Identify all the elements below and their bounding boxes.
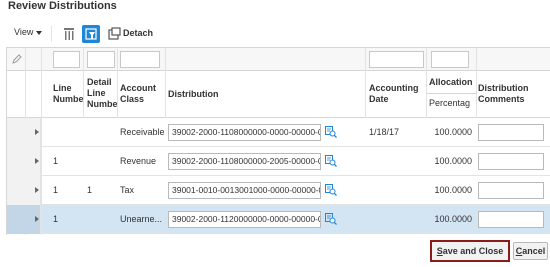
col-allocation-label: Allocation: [429, 77, 473, 87]
search-icon[interactable]: [325, 213, 337, 225]
col-detail-l2: Line: [87, 88, 106, 98]
percentage-cell: 100.0000: [434, 214, 472, 224]
toolbar-divider: [51, 26, 52, 42]
search-icon[interactable]: [325, 126, 337, 138]
pencil-icon: [12, 54, 22, 64]
col-comments-l1: Distribution: [478, 83, 529, 93]
distribution-input[interactable]: 39001-0010-0013001000-0000-00000-00: [168, 182, 321, 199]
chevron-down-icon: [36, 30, 43, 35]
dialog-title: Review Distributions: [8, 0, 117, 12]
detail-line-filter[interactable]: [87, 51, 115, 68]
allocation-divider: [426, 93, 476, 94]
distribution-input[interactable]: 39002-2000-1108000000-0000-00000-00: [168, 124, 321, 141]
expand-icon[interactable]: [35, 216, 39, 222]
col-line-number-l2: Numbe: [53, 94, 84, 104]
detail-line-cell: 1: [87, 185, 93, 195]
percentage-cell: 100.0000: [434, 156, 472, 166]
account-class-cell: Unearne...: [120, 214, 163, 224]
toolbar: View Detach: [0, 24, 550, 44]
col-comments-l2: Comments: [478, 94, 525, 104]
col-accounting-date[interactable]: Accounting Date: [369, 83, 425, 105]
expand-icon[interactable]: [35, 187, 39, 193]
col-detail-l3: Numbe: [87, 99, 118, 109]
cancel-label-rest: ancel: [522, 246, 546, 256]
line-number-cell: 1: [53, 214, 59, 224]
accounting-date-cell: 1/18/17: [369, 127, 400, 137]
save-label-rest: ave and Close: [442, 246, 504, 256]
account-class-cell: Tax: [120, 185, 135, 195]
column-divider: [117, 48, 118, 118]
filter-icon[interactable]: [82, 25, 100, 43]
line-number-cell: 1: [53, 185, 59, 195]
table-row[interactable]: 1 1 Tax 39001-0010-0013001000-0000-00000-00…: [7, 176, 550, 205]
view-menu[interactable]: View: [14, 27, 43, 37]
column-headers: Line Numbe Detail Line Numbe Account Cla…: [7, 71, 550, 118]
row-header[interactable]: [7, 118, 41, 147]
col-accounting-l1: Accounting: [369, 83, 419, 93]
expand-icon[interactable]: [35, 158, 39, 164]
distributions-table: Line Numbe Detail Line Numbe Account Cla…: [6, 47, 550, 235]
column-divider: [365, 48, 366, 118]
row-header[interactable]: [7, 205, 41, 234]
cancel-button[interactable]: Cancel: [513, 242, 548, 260]
account-class-cell: Revenue: [120, 156, 157, 166]
col-distribution-comments[interactable]: Distribution Comments: [478, 83, 548, 105]
col-distribution[interactable]: Distribution: [168, 89, 358, 100]
col-allocation[interactable]: Allocation: [429, 77, 477, 88]
detach-button[interactable]: Detach: [123, 28, 153, 38]
save-and-close-button[interactable]: Save and Close: [430, 240, 510, 262]
col-account-l2: Class: [120, 94, 145, 104]
col-distribution-label: Distribution: [168, 89, 219, 99]
detach-icon[interactable]: [108, 27, 121, 40]
column-divider: [165, 48, 166, 118]
column-divider: [476, 48, 477, 118]
col-detail-line-number[interactable]: Detail Line Numbe: [87, 77, 119, 110]
expand-icon[interactable]: [35, 129, 39, 135]
col-account-class[interactable]: Account Class: [120, 83, 165, 105]
table-row[interactable]: Receivable 39002-2000-1108000000-0000-000…: [7, 118, 550, 147]
search-icon[interactable]: [325, 184, 337, 196]
col-line-number[interactable]: Line Numbe: [53, 83, 86, 105]
percentage-cell: 100.0000: [434, 127, 472, 137]
col-line-number-l1: Line: [53, 83, 72, 93]
search-icon[interactable]: [325, 155, 337, 167]
allocation-filter[interactable]: [431, 51, 469, 68]
account-class-cell: Receivable: [120, 127, 165, 137]
distribution-comments-input[interactable]: [478, 153, 544, 170]
accounting-date-filter[interactable]: [369, 51, 424, 68]
col-accounting-l2: Date: [369, 94, 389, 104]
filter-row: [7, 48, 550, 71]
column-divider: [83, 48, 84, 118]
distribution-comments-input[interactable]: [478, 211, 544, 228]
account-class-filter[interactable]: [120, 51, 160, 68]
percentage-cell: 100.0000: [434, 185, 472, 195]
col-detail-l1: Detail: [87, 77, 112, 87]
view-menu-label: View: [14, 27, 34, 37]
column-divider: [426, 48, 427, 118]
col-account-l1: Account: [120, 83, 156, 93]
distribution-input[interactable]: 39002-2000-1108000000-2005-00000-00: [168, 153, 321, 170]
row-header[interactable]: [7, 147, 41, 176]
col-percentage[interactable]: Percentag: [429, 98, 476, 109]
distribution-comments-input[interactable]: [478, 124, 544, 141]
col-percentage-label: Percentag: [429, 98, 471, 108]
line-number-filter[interactable]: [53, 51, 80, 68]
freeze-icon[interactable]: [60, 25, 78, 43]
row-header[interactable]: [7, 176, 41, 205]
line-number-cell: 1: [53, 156, 59, 166]
table-row[interactable]: 1 Revenue 39002-2000-1108000000-2005-00000…: [7, 147, 550, 176]
distribution-comments-input[interactable]: [478, 182, 544, 199]
distribution-input[interactable]: 39002-2000-1120000000-0000-00000-00: [168, 211, 321, 228]
table-row[interactable]: 1 Unearne... 39002-2000-1120000000-0000-00…: [7, 205, 550, 234]
